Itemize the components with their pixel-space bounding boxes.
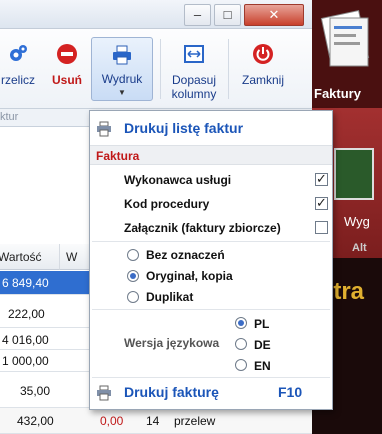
option-zalacznik-label: Załącznik (faktury zbiorcze) bbox=[124, 221, 281, 235]
faktury-tile[interactable]: Faktury bbox=[312, 0, 382, 108]
invoices-icon bbox=[320, 9, 370, 67]
column-header-value[interactable]: Wartość bbox=[0, 244, 60, 270]
gears-icon bbox=[10, 45, 27, 61]
option-kod-label: Kod procedury bbox=[124, 197, 210, 211]
no-entry-icon bbox=[57, 44, 77, 64]
wykonawca-checkbox[interactable] bbox=[315, 171, 328, 187]
close-button[interactable]: Zamknij bbox=[236, 37, 290, 101]
print-dropdown-button[interactable]: Wydruk ▼ bbox=[91, 37, 153, 101]
power-icon bbox=[253, 44, 273, 64]
language-en-radio[interactable] bbox=[235, 359, 247, 371]
language-de-radio[interactable] bbox=[235, 338, 247, 350]
divider bbox=[92, 241, 330, 242]
language-label: Wersja językowa bbox=[124, 336, 220, 350]
mark-none-radio[interactable] bbox=[127, 249, 139, 261]
print-dropdown-menu: Drukuj listę faktur Faktura Wykonawca us… bbox=[89, 110, 333, 410]
print-invoice-item[interactable]: Drukuj fakturę F10 bbox=[94, 381, 328, 405]
mark-duplicate-radio[interactable] bbox=[127, 291, 139, 303]
fit-columns-icon bbox=[184, 45, 204, 63]
zalacznik-checkbox[interactable] bbox=[315, 221, 328, 234]
divider bbox=[92, 309, 330, 310]
divider bbox=[92, 377, 330, 378]
option-wykonawca-label: Wykonawca usługi bbox=[124, 173, 232, 187]
language-pl-radio[interactable] bbox=[235, 317, 247, 329]
kod-checkbox[interactable] bbox=[315, 195, 328, 211]
fit-columns-button[interactable]: Dopasuj kolumny bbox=[166, 37, 222, 101]
printer-icon bbox=[97, 121, 111, 137]
mark-original-copy-radio[interactable] bbox=[127, 270, 139, 282]
przelicz-button[interactable]: rzelicz bbox=[0, 37, 40, 101]
ribbon-separator bbox=[160, 39, 161, 99]
section-header: Faktura bbox=[90, 145, 332, 165]
chevron-down-icon: ▼ bbox=[118, 88, 126, 97]
title-bar: – □ ✕ bbox=[0, 0, 312, 29]
printer-icon bbox=[113, 45, 131, 65]
table-row[interactable]: 432,00 0,00 14 przelew bbox=[0, 408, 312, 434]
close-window-button[interactable]: ✕ bbox=[244, 4, 304, 26]
print-list-item[interactable]: Drukuj listę faktur bbox=[94, 119, 328, 141]
ribbon-separator bbox=[228, 39, 229, 99]
minimize-button[interactable]: – bbox=[184, 4, 211, 26]
maximize-button[interactable]: □ bbox=[214, 4, 241, 26]
printer-icon bbox=[97, 385, 111, 401]
ribbon-toolbar: rzelicz Usuń Wydruk ▼ Dopasuj kolumny Za… bbox=[0, 29, 312, 109]
desktop-thumbnail bbox=[334, 148, 374, 200]
shortcut-label: F10 bbox=[278, 384, 303, 400]
delete-button[interactable]: Usuń bbox=[48, 37, 86, 101]
